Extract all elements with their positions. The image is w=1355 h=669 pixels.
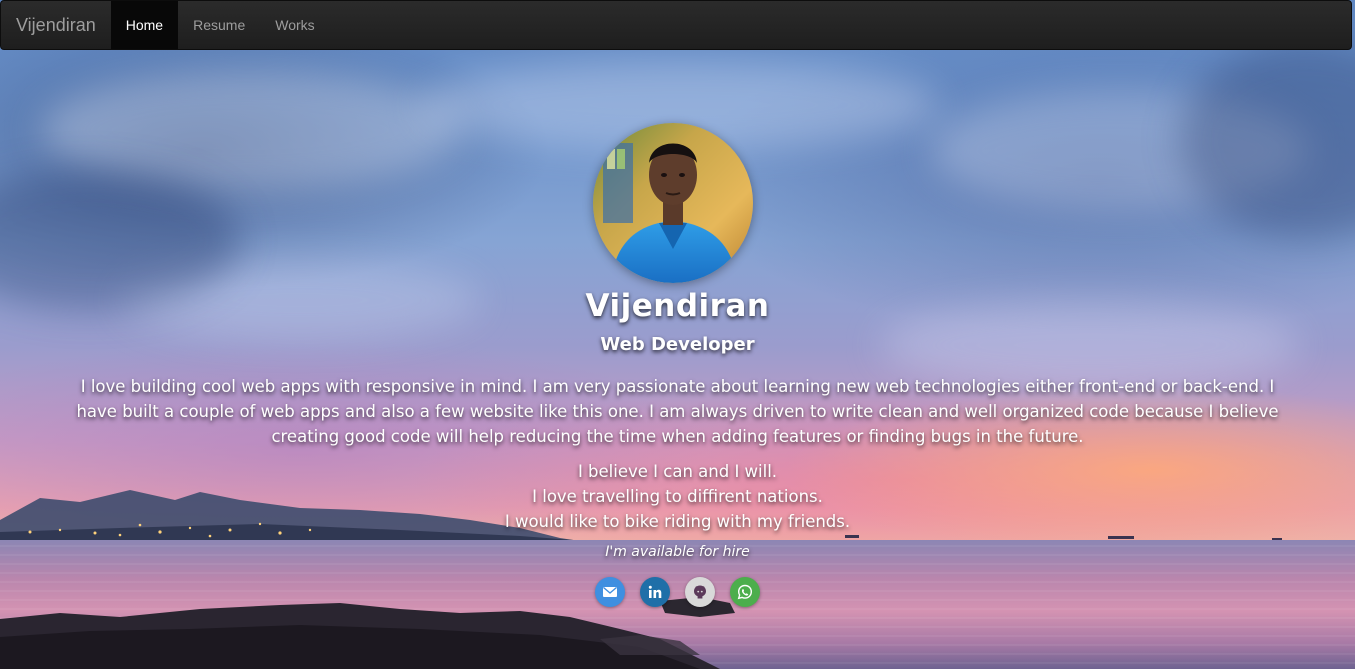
statement-line: I believe I can and I will. [577,462,778,481]
page: Vijendiran Home Resume Works Vijendiran … [0,0,1355,669]
linkedin-icon [648,585,662,598]
github-icon [694,585,706,599]
availability-text: I'm available for hire [605,544,750,560]
email-button[interactable] [595,577,625,607]
nav-home[interactable]: Home [110,1,179,49]
profile-name: Vijendiran [585,288,770,324]
whatsapp-icon [737,584,753,600]
brand-link[interactable]: Vijendiran [1,1,111,49]
statement-line: I love travelling to diffirent nations. [532,487,823,506]
profile-bio: I love building cool web apps with respo… [76,377,1279,446]
profile-photo [593,123,753,283]
avatar [593,123,753,283]
hero-section: Vijendiran Web Developer I love building… [0,50,1355,669]
personal-statements: I believe I can and I will. I love trave… [0,459,1355,534]
profile-title: Web Developer [600,334,755,355]
nav-works[interactable]: Works [260,1,329,49]
whatsapp-button[interactable] [730,577,760,607]
email-icon [603,586,617,597]
nav-resume[interactable]: Resume [178,1,260,49]
github-button[interactable] [685,577,715,607]
social-links [0,577,1355,607]
linkedin-button[interactable] [640,577,670,607]
statement-line: I would like to bike riding with my frie… [504,512,851,531]
top-navbar: Vijendiran Home Resume Works [0,0,1352,50]
